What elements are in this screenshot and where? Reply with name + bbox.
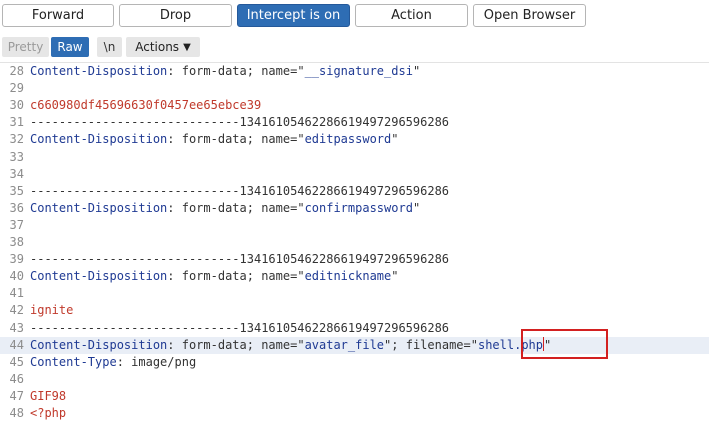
line-number: 30 xyxy=(9,98,24,113)
boundary-text: -----------------------------13416105462… xyxy=(30,183,450,198)
line-number: 44 xyxy=(9,337,24,352)
quote-text: " xyxy=(412,200,421,215)
line-number: 42 xyxy=(9,303,24,318)
value-text: c660980df45696630f0457ee65ebce39 xyxy=(30,98,262,113)
forward-button[interactable]: Forward xyxy=(2,4,114,27)
boundary-text: -----------------------------13416105462… xyxy=(30,252,450,267)
value-text: <?php xyxy=(30,406,67,420)
field-name: editpassword xyxy=(304,132,392,147)
code-line: 37 xyxy=(0,217,709,234)
proxy-toolbar: Forward Drop Intercept is on Action Open… xyxy=(0,0,709,33)
header-name: Content-Disposition xyxy=(30,64,168,78)
code-line: 39 -----------------------------134161054… xyxy=(0,251,709,268)
code-line: 33 xyxy=(0,149,709,166)
field-name: editnickname xyxy=(304,269,392,284)
pretty-tab[interactable]: Pretty xyxy=(2,37,49,57)
code-line: 36 Content-Disposition: form-data; name="… xyxy=(0,200,709,217)
line-number: 45 xyxy=(9,354,24,369)
header-name: Content-Disposition xyxy=(30,132,168,147)
request-editor[interactable]: 28 Content-Disposition: form-data; name="… xyxy=(0,63,709,425)
line-number: 29 xyxy=(9,81,24,96)
filename-highlight-box xyxy=(521,329,608,359)
line-number: 41 xyxy=(9,286,24,301)
code-line: 28 Content-Disposition: form-data; name="… xyxy=(0,63,709,80)
line-content: -----------------------------13416105462… xyxy=(30,320,449,337)
line-content: -----------------------------13416105462… xyxy=(30,183,449,200)
header-text: : form-data; name=" xyxy=(167,200,305,215)
line-content: <?php xyxy=(30,405,66,422)
code-line: 30 c660980df45696630f0457ee65ebce39 xyxy=(0,97,709,114)
quote-text: " xyxy=(391,269,399,284)
newline-toggle[interactable]: \n xyxy=(97,37,122,57)
line-number: 43 xyxy=(9,320,24,335)
header-text: "; filename=" xyxy=(384,337,478,352)
header-text: : form-data; name=" xyxy=(167,132,305,147)
line-number: 48 xyxy=(9,406,24,420)
header-name: Content-Disposition xyxy=(30,200,168,215)
actions-dropdown[interactable]: Actions ▼ xyxy=(126,37,200,57)
quote-text: " xyxy=(391,132,399,147)
code-line: 34 xyxy=(0,166,709,183)
line-content: Content-Disposition: form-data; name="__… xyxy=(30,63,420,80)
line-content: Content-Disposition: form-data; name="ed… xyxy=(30,268,399,285)
line-number: 28 xyxy=(9,64,24,78)
line-number: 33 xyxy=(9,149,24,164)
header-name: Content-Disposition xyxy=(30,269,168,284)
open-browser-button[interactable]: Open Browser xyxy=(473,4,586,27)
line-content: -----------------------------13416105462… xyxy=(30,114,449,131)
header-text: : image/png xyxy=(116,354,197,369)
code-line: 29 xyxy=(0,80,709,97)
line-number: 37 xyxy=(9,217,24,232)
line-number: 36 xyxy=(9,200,24,215)
line-content: c660980df45696630f0457ee65ebce39 xyxy=(30,97,261,114)
line-content: GIF98 xyxy=(30,388,66,405)
code-line: 32 Content-Disposition: form-data; name="… xyxy=(0,131,709,148)
field-name: avatar_file xyxy=(304,337,385,352)
line-content: -----------------------------13416105462… xyxy=(30,251,449,268)
value-text: GIF98 xyxy=(30,388,67,403)
code-line: 47 GIF98 xyxy=(0,388,709,405)
intercept-toggle-button[interactable]: Intercept is on xyxy=(237,4,350,27)
code-line: 48 <?php xyxy=(0,405,709,422)
code-line: 38 xyxy=(0,234,709,251)
line-number: 47 xyxy=(9,388,24,403)
line-number: 34 xyxy=(9,166,24,181)
view-mode-bar: Pretty Raw \n Actions ▼ xyxy=(0,37,709,59)
line-number: 40 xyxy=(9,269,24,284)
header-name: Content-Type xyxy=(30,354,117,369)
boundary-text: -----------------------------13416105462… xyxy=(30,115,450,130)
header-name: Content-Disposition xyxy=(30,337,168,352)
line-number: 46 xyxy=(9,371,24,386)
line-number: 38 xyxy=(9,235,24,249)
line-number: 35 xyxy=(9,183,24,198)
action-button[interactable]: Action xyxy=(355,4,468,27)
code-line: 35 -----------------------------134161054… xyxy=(0,183,709,200)
header-text: : form-data; name=" xyxy=(167,269,305,284)
drop-button[interactable]: Drop xyxy=(119,4,232,27)
value-text: ignite xyxy=(30,303,74,318)
quote-text: " xyxy=(412,64,421,78)
line-content: ignite xyxy=(30,302,73,319)
field-name: confirmpassword xyxy=(304,200,413,215)
code-line: 41 xyxy=(0,285,709,302)
line-content: Content-Type: image/png xyxy=(30,354,196,371)
line-number: 39 xyxy=(9,252,24,267)
raw-tab[interactable]: Raw xyxy=(51,37,89,57)
code-line: 40 Content-Disposition: form-data; name="… xyxy=(0,268,709,285)
line-content: Content-Disposition: form-data; name="av… xyxy=(30,336,551,354)
header-text: : form-data; name=" xyxy=(167,64,305,78)
line-number: 32 xyxy=(9,132,24,147)
line-number: 31 xyxy=(9,115,24,130)
header-text: : form-data; name=" xyxy=(167,337,305,352)
code-line: 46 xyxy=(0,371,709,388)
code-line: 31 -----------------------------134161054… xyxy=(0,114,709,131)
line-content: Content-Disposition: form-data; name="co… xyxy=(30,200,420,217)
actions-label: Actions xyxy=(135,40,180,54)
chevron-down-icon: ▼ xyxy=(183,42,191,53)
line-content: Content-Disposition: form-data; name="ed… xyxy=(30,131,399,148)
boundary-text: -----------------------------13416105462… xyxy=(30,320,450,335)
code-line: 42 ignite xyxy=(0,302,709,319)
field-name: __signature_dsi xyxy=(304,64,413,78)
